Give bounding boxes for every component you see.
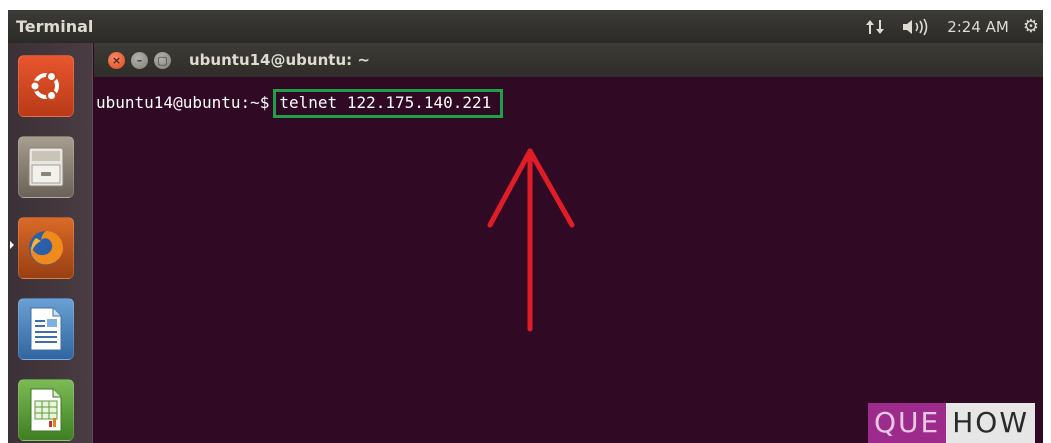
terminal-titlebar[interactable]: × – ▢ ubuntu14@ubuntu: ~: [94, 43, 1043, 77]
launcher-item-ubuntu-dash[interactable]: [18, 55, 74, 117]
launcher-item-files[interactable]: [18, 136, 74, 198]
launcher-item-libreoffice-calc[interactable]: [18, 379, 74, 441]
launcher-item-firefox[interactable]: [18, 217, 74, 279]
maximize-window-button[interactable]: ▢: [154, 51, 171, 69]
gear-icon[interactable]: ⚙: [1023, 16, 1039, 37]
shell-prompt: ubuntu14@ubuntu:~$: [96, 93, 270, 112]
running-indicator: [10, 241, 14, 249]
ubuntu-logo-icon: [29, 71, 59, 101]
watermark-part2: HOW: [946, 403, 1035, 443]
volume-icon[interactable]: [901, 18, 931, 36]
terminal-prompt-line: ubuntu14@ubuntu:~$ telnet 122.175.140.221: [96, 89, 504, 118]
file-cabinet-icon: [28, 147, 64, 187]
firefox-icon: [29, 231, 64, 265]
red-arrow-annotation: [487, 148, 575, 332]
quehow-watermark: QUE HOW: [867, 403, 1035, 443]
clock[interactable]: 2:24 AM: [947, 18, 1009, 36]
terminal-body[interactable]: ubuntu14@ubuntu:~$ telnet 122.175.140.221…: [94, 77, 1043, 443]
close-window-button[interactable]: ×: [108, 51, 125, 69]
launcher-item-libreoffice-writer[interactable]: [18, 298, 74, 360]
top-panel: Terminal 2:24 AM ⚙: [8, 10, 1043, 43]
typed-command: telnet 122.175.140.221: [279, 93, 492, 112]
desktop-screen: Terminal 2:24 AM ⚙ × – ▢ ubuntu14@ubuntu…: [8, 10, 1043, 443]
terminal-window-title: ubuntu14@ubuntu: ~: [189, 51, 370, 69]
command-highlight-box: telnet 122.175.140.221: [273, 89, 504, 118]
launcher: [8, 43, 93, 443]
network-updown-icon[interactable]: [865, 18, 885, 36]
watermark-part1: QUE: [867, 403, 947, 443]
document-writer-icon: [30, 307, 62, 351]
active-app-name: Terminal: [16, 17, 94, 36]
minimize-window-button[interactable]: –: [131, 51, 148, 69]
spreadsheet-icon: [30, 388, 62, 432]
